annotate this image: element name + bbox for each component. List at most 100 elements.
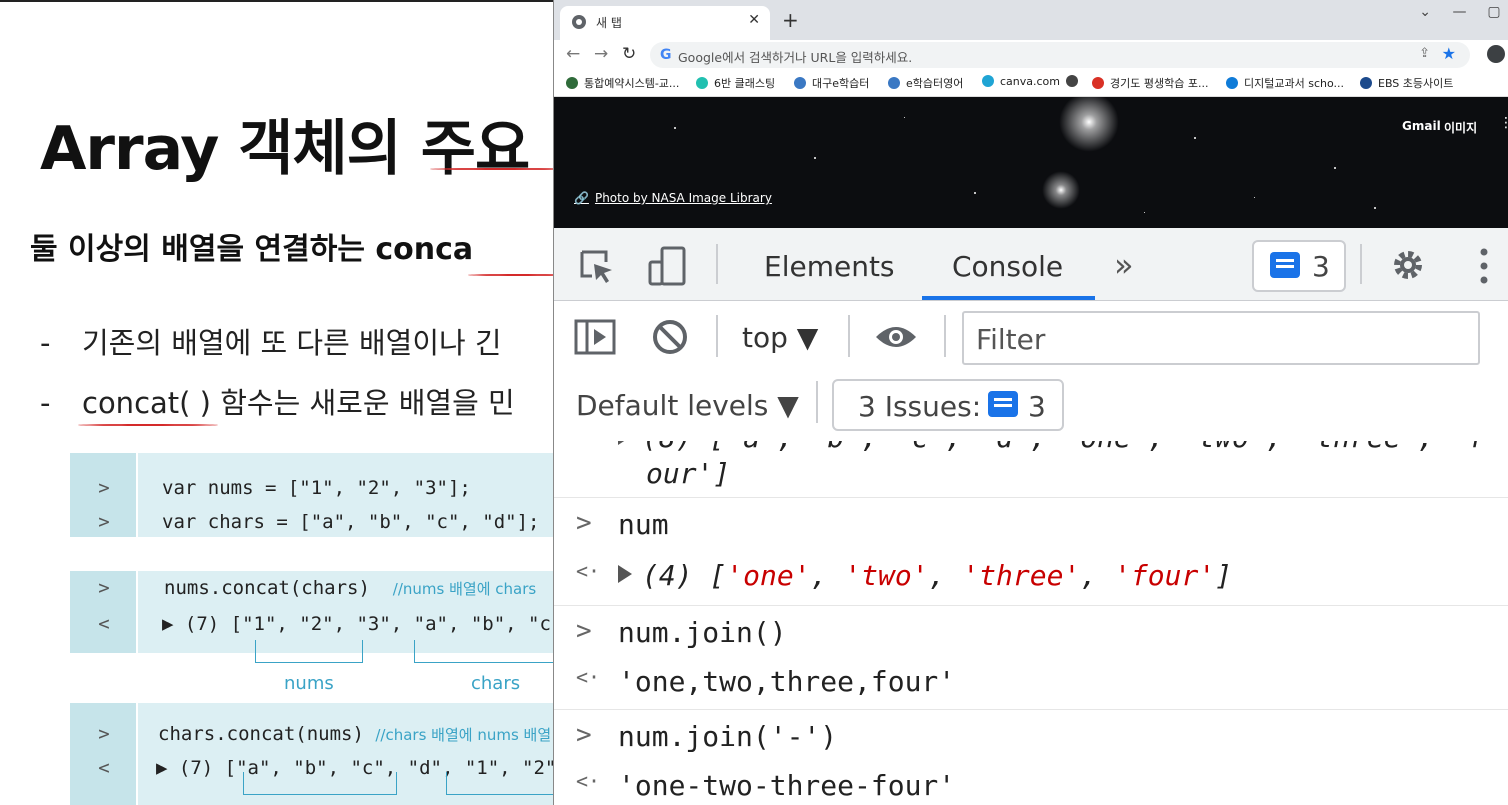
bookmarks-bar: 통합예약시스템-교... 6반 클래스팅 대구e학습터 e학습터영어 canva… bbox=[554, 70, 1508, 97]
tab-elements[interactable]: Elements bbox=[764, 250, 895, 283]
share-icon[interactable]: ⇪ bbox=[1419, 46, 1430, 61]
output-prompt-icon: <· bbox=[576, 769, 601, 793]
bookmark-item[interactable]: 통합예약시스템-교... bbox=[566, 75, 679, 91]
input-prompt-icon: > bbox=[576, 616, 592, 646]
tab-search-icon[interactable]: ⌄ bbox=[1410, 4, 1440, 20]
expand-triangle-icon[interactable] bbox=[618, 441, 632, 445]
input-prompt-icon: > bbox=[576, 508, 592, 538]
expand-triangle-icon[interactable] bbox=[618, 565, 632, 583]
issues-counter-button[interactable]: 3 bbox=[1252, 240, 1346, 292]
show-sidebar-icon[interactable] bbox=[574, 319, 616, 355]
array-result[interactable]: (4) ['one', 'two', 'three', 'four'] bbox=[618, 559, 1232, 592]
bookmark-item[interactable]: e학습터영어 bbox=[888, 75, 963, 91]
bookmark-item[interactable]: 디지털교과서 scho... bbox=[1226, 75, 1344, 91]
google-icon: G bbox=[660, 47, 672, 63]
array-preview-wrap: our'] bbox=[646, 457, 731, 490]
console-input-text: num.join('-') bbox=[618, 720, 838, 753]
tab-console[interactable]: Console bbox=[952, 250, 1063, 283]
apps-menu-icon[interactable]: ⋮ bbox=[1499, 115, 1508, 131]
chrome-window: 새 탭 ✕ + ⌄ — ▢ ← → ↻ G Google에서 검색하거나 URL… bbox=[553, 0, 1508, 805]
bookmark-item[interactable]: 경기도 평생학습 포... bbox=[1092, 75, 1208, 91]
bookmark-favicon-icon bbox=[794, 77, 806, 89]
settings-gear-icon[interactable] bbox=[1388, 245, 1428, 285]
photo-credit-link[interactable]: 🔗 Photo by NASA Image Library bbox=[574, 191, 772, 205]
lecture-slide: Array 객체의 주요 둘 이상의 배열을 연결하는 conca - 기존의 배… bbox=[0, 0, 553, 805]
nums-bracket bbox=[255, 640, 363, 663]
clear-console-icon[interactable] bbox=[652, 319, 688, 355]
new-tab-button[interactable]: + bbox=[782, 8, 799, 32]
window-controls: ⌄ — ▢ bbox=[1410, 4, 1508, 20]
device-toolbar-icon[interactable] bbox=[646, 244, 690, 288]
chrome-icon bbox=[572, 15, 586, 29]
gmail-link[interactable]: Gmail bbox=[1402, 119, 1441, 133]
slide-title: Array 객체의 주요 bbox=[40, 114, 530, 184]
console-result-row: (8) ['a', 'b', 'c', 'd', 'one', 'two', '… bbox=[554, 441, 1508, 497]
more-tabs-icon[interactable]: » bbox=[1114, 246, 1134, 284]
console-input-row: > num bbox=[554, 497, 1508, 550]
console-result-row: <· 'one-two-three-four' bbox=[554, 761, 1508, 805]
console-input-text: num bbox=[618, 508, 669, 541]
console-result-row: <· 'one,two,three,four' bbox=[554, 657, 1508, 709]
log-levels-dropdown[interactable]: Default levels ▼ bbox=[576, 389, 799, 422]
bookmark-item[interactable]: 대구e학습터 bbox=[794, 75, 869, 91]
bookmark-favicon-icon bbox=[1092, 77, 1104, 89]
bookmark-favicon-icon bbox=[982, 75, 994, 87]
bookmark-item[interactable]: canva.com bbox=[982, 75, 1060, 88]
tab-new-tab[interactable]: 새 탭 ✕ bbox=[560, 6, 770, 40]
inspect-element-icon[interactable] bbox=[578, 248, 616, 286]
reload-icon[interactable]: ↻ bbox=[622, 44, 636, 64]
chars-bracket bbox=[414, 640, 553, 663]
console-input-row: > num.join() bbox=[554, 605, 1508, 658]
console-output: (8) ['a', 'b', 'c', 'd', 'one', 'two', '… bbox=[554, 441, 1508, 805]
bookmark-favicon-icon bbox=[696, 77, 708, 89]
address-bar[interactable]: G Google에서 검색하거나 URL을 입력하세요. ⇪ ★ bbox=[650, 42, 1470, 68]
nums-bracket-2 bbox=[446, 772, 553, 795]
input-prompt-icon: > bbox=[576, 720, 592, 750]
code-box-declarations: > var nums = ["1", "2", "3"]; > var char… bbox=[70, 453, 553, 537]
console-result-row: <· (4) ['one', 'two', 'three', 'four'] bbox=[554, 549, 1508, 605]
bookmark-favicon-icon bbox=[1360, 77, 1372, 89]
execution-context-select[interactable]: top ▼ bbox=[742, 321, 818, 354]
more-options-icon[interactable] bbox=[1474, 246, 1494, 286]
bookmark-favicon-icon bbox=[566, 77, 578, 89]
browser-toolbar: ← → ↻ G Google에서 검색하거나 URL을 입력하세요. ⇪ ★ bbox=[554, 40, 1508, 70]
maximize-button[interactable]: ▢ bbox=[1479, 4, 1508, 20]
console-toolbar: top ▼ Filter Default levels ▼ 3 Issues: … bbox=[554, 301, 1508, 442]
bookmark-item[interactable]: 6반 클래스팅 bbox=[696, 75, 775, 91]
chars-bracket-2 bbox=[243, 772, 397, 795]
chars-bracket-label: chars bbox=[471, 673, 521, 694]
title-underline-mark bbox=[430, 168, 553, 170]
bookmark-favicon-icon bbox=[1066, 75, 1078, 87]
bookmark-favicon-icon bbox=[1226, 77, 1238, 89]
output-prompt-icon: <· bbox=[576, 559, 601, 583]
console-input-text: num.join() bbox=[618, 616, 787, 649]
bookmark-item[interactable]: EBS 초등사이트 bbox=[1360, 75, 1453, 91]
output-prompt-icon: <· bbox=[576, 665, 601, 689]
active-tab-indicator bbox=[922, 296, 1095, 300]
console-output-string: 'one,two,three,four' bbox=[618, 665, 956, 698]
bookmark-star-icon[interactable]: ★ bbox=[1442, 44, 1456, 63]
slide-subtitle: 둘 이상의 배열을 연결하는 conca bbox=[30, 232, 474, 267]
minimize-button[interactable]: — bbox=[1445, 4, 1475, 20]
console-input-row: > num.join('-') bbox=[554, 709, 1508, 762]
bookmark-favicon-icon bbox=[888, 77, 900, 89]
issues-button[interactable]: 3 Issues: 3 bbox=[832, 379, 1064, 431]
link-icon: 🔗 bbox=[574, 191, 589, 205]
live-expression-eye-icon[interactable] bbox=[874, 323, 918, 351]
new-tab-page-background: Gmail 이미지 ⋮ 🔗Photo by NASA Image Library bbox=[554, 97, 1508, 228]
subtitle-underline-mark bbox=[468, 274, 553, 276]
profile-avatar[interactable] bbox=[1487, 45, 1505, 63]
filter-input[interactable]: Filter bbox=[962, 311, 1480, 365]
images-link[interactable]: 이미지 bbox=[1444, 119, 1477, 136]
forward-icon[interactable]: → bbox=[594, 44, 608, 64]
message-icon bbox=[988, 391, 1018, 417]
array-preview-line[interactable]: (8) ['a', 'b', 'c', 'd', 'one', 'two', '… bbox=[618, 441, 1485, 454]
bookmark-item[interactable] bbox=[1066, 75, 1084, 88]
back-icon[interactable]: ← bbox=[566, 44, 580, 64]
message-icon bbox=[1270, 252, 1300, 278]
nums-bracket-label: nums bbox=[284, 673, 334, 694]
bullet-1: - 기존의 배열에 또 다른 배열이나 긴 bbox=[40, 326, 502, 360]
bullet-2: - concat( ) 함수는 새로운 배열을 민 bbox=[40, 386, 515, 420]
tab-close-icon[interactable]: ✕ bbox=[748, 12, 760, 28]
devtools-tab-bar: Elements Console » 3 bbox=[554, 228, 1508, 301]
